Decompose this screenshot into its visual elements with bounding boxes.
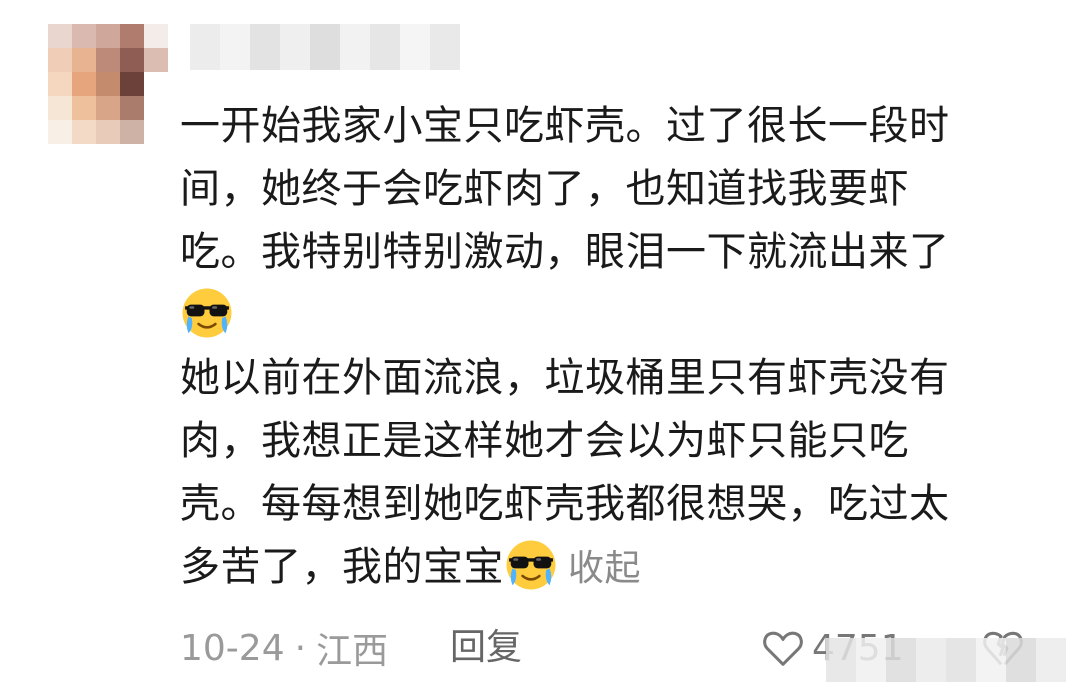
- comment-text-line: 多苦了，我的宝宝: [180, 544, 504, 590]
- comment-text-line: 间，她终于会吃虾肉了，也知道找我要虾: [180, 166, 909, 212]
- comment-text-line: 壳。每每想到她吃虾壳我都很想哭，吃过太: [180, 481, 950, 527]
- username-blurred[interactable]: [190, 24, 460, 70]
- comment-text-line: 肉，我想正是这样她才会以为虾只能只吃: [180, 418, 909, 464]
- meta-separator: ·: [294, 627, 307, 669]
- comment-date: 10-24: [180, 627, 285, 669]
- comment-text-line: 一开始我家小宝只吃虾壳。过了很长一段时: [180, 103, 950, 149]
- comment-meta: 10-24 · 江西: [180, 620, 388, 676]
- avatar[interactable]: [48, 24, 168, 144]
- comment-text-line: 吃。我特别特别激动，眼泪一下就流出来了: [180, 229, 950, 275]
- comment-text-line: 她以前在外面流浪，垃圾桶里只有虾壳没有: [180, 355, 950, 401]
- comment-location: 江西: [316, 631, 389, 672]
- watermark-blurred: [826, 638, 1066, 682]
- reply-button[interactable]: 回复: [450, 620, 522, 676]
- crying-sunglasses-emoji-icon: [182, 288, 232, 338]
- collapse-button[interactable]: 收起: [568, 548, 641, 589]
- heart-outline-icon: [763, 631, 803, 666]
- crying-sunglasses-emoji-icon: [506, 540, 556, 590]
- comment-card: 一开始我家小宝只吃虾壳。过了很长一段时 间，她终于会吃虾肉了，也知道找我要虾 吃…: [0, 0, 1080, 692]
- comment-body: 一开始我家小宝只吃虾壳。过了很长一段时 间，她终于会吃虾肉了，也知道找我要虾 吃…: [180, 95, 1040, 600]
